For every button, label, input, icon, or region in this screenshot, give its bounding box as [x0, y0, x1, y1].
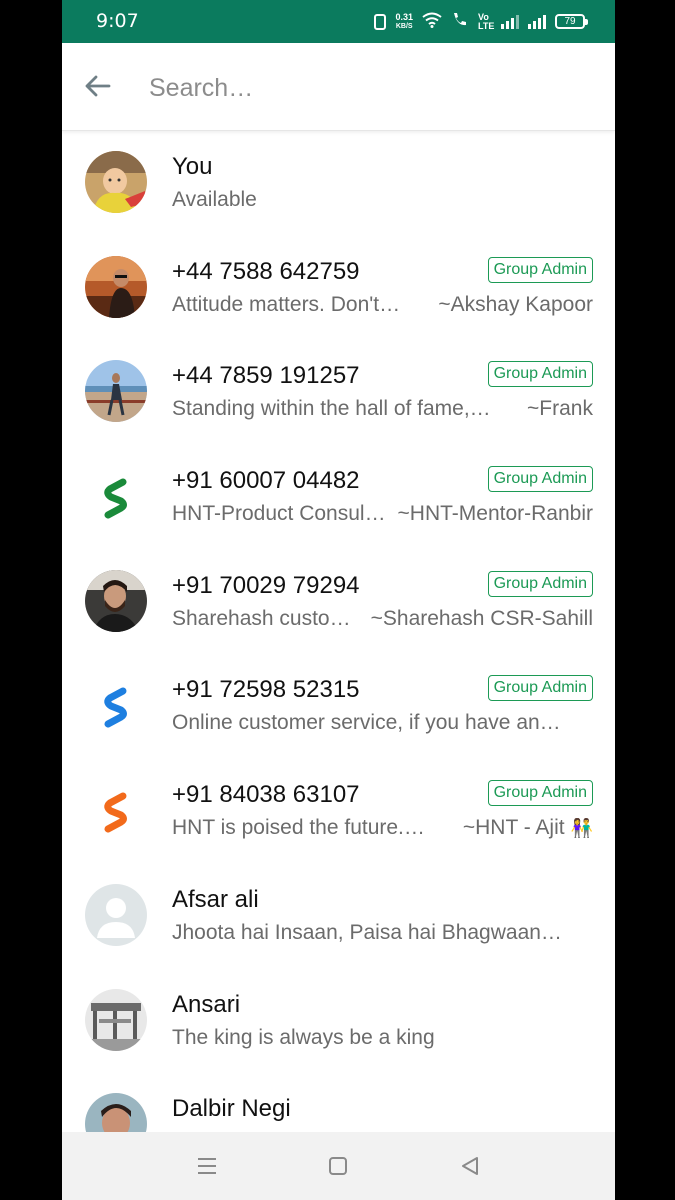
contact-name: +44 7859 191257	[172, 362, 360, 390]
contact-row[interactable]: You Available	[62, 131, 615, 236]
default-avatar-icon	[85, 883, 147, 946]
arrow-left-icon[interactable]	[82, 71, 112, 101]
logo-s-orange-icon	[85, 779, 147, 842]
contact-row[interactable]: +91 72598 52315 Group Admin Online custo…	[62, 654, 615, 759]
wifi-icon	[422, 12, 442, 32]
battery-icon: 79	[555, 14, 588, 29]
contact-row[interactable]: +91 84038 63107 Group Admin HNT is poise…	[62, 759, 615, 864]
avatar	[85, 151, 147, 213]
avatar	[85, 569, 147, 632]
signal-icon-2	[528, 14, 546, 29]
volte-icon: Vo LTE	[478, 11, 495, 31]
group-admin-badge: Group Admin	[487, 780, 593, 807]
group-admin-badge: Group Admin	[487, 256, 593, 283]
home-icon[interactable]	[326, 1154, 350, 1178]
status-time: 9:07	[96, 10, 139, 32]
status-text: Attitude matters. Don't…	[172, 292, 401, 316]
status-bar: 9:07 0.31 KB/S Vo LTE 79	[62, 0, 615, 43]
contact-status: Available	[172, 188, 257, 211]
back-triangle-icon[interactable]	[458, 1154, 482, 1178]
contact-row[interactable]: +44 7588 642759 Group Admin Attitude mat…	[62, 236, 615, 341]
navigation-bar	[62, 1132, 615, 1200]
contact-status: Standing within the hall of fame,… ~Fran…	[172, 397, 593, 421]
vibrate-icon	[374, 13, 387, 30]
logo-s-blue-icon	[85, 674, 147, 737]
contact-name: +44 7588 642759	[172, 257, 360, 285]
contact-status: Sharehash custo… ~Sharehash CSR-Sahill	[172, 607, 593, 631]
push-name: ~HNT - Ajit	[462, 816, 565, 840]
status-text: HNT-Product Consul…	[172, 502, 386, 526]
contact-name: +91 60007 04482	[172, 467, 360, 495]
push-name: ~Sharehash CSR-Sahill	[370, 606, 593, 630]
contact-row[interactable]: +91 60007 04482 Group Admin HNT-Product …	[62, 445, 615, 550]
avatar	[85, 360, 147, 423]
group-admin-badge: Group Admin	[487, 361, 593, 388]
menu-icon[interactable]	[195, 1154, 219, 1178]
contact-name: Afsar ali	[172, 885, 259, 913]
contact-status: Online customer service, if you have an…	[172, 711, 561, 735]
signal-icon-1	[501, 14, 519, 29]
status-text: Standing within the hall of fame,…	[172, 397, 491, 421]
contact-name: +91 70029 79294	[172, 571, 360, 599]
avatar	[85, 255, 147, 318]
contact-row[interactable]: +44 7859 191257 Group Admin Standing wit…	[62, 340, 615, 445]
contact-status: HNT-Product Consul… ~HNT-Mentor-Ranbir	[172, 502, 593, 526]
search-bar	[62, 43, 615, 131]
contact-name: You	[172, 153, 213, 180]
contact-list: You Available +44 7588 642759 Group Admi…	[62, 131, 615, 1178]
status-text: HNT is poised the future.…	[172, 816, 425, 840]
avatar	[85, 988, 147, 1051]
contact-row[interactable]: Afsar ali Jhoota hai Insaan, Paisa hai B…	[62, 864, 615, 969]
status-icons: 0.31 KB/S Vo LTE 79	[374, 11, 588, 32]
phone-screen: 9:07 0.31 KB/S Vo LTE 79 Search… You Ava…	[62, 0, 615, 1200]
contact-row[interactable]: Ansari The king is always be a king	[62, 969, 615, 1074]
contact-name: +91 84038 63107	[172, 781, 360, 809]
contact-name: Dalbir Negi	[172, 1095, 291, 1123]
contact-status: Jhoota hai Insaan, Paisa hai Bhagwaan…	[172, 920, 562, 944]
push-name: ~HNT-Mentor-Ranbir	[397, 502, 593, 526]
group-admin-badge: Group Admin	[487, 466, 593, 493]
contact-status: Attitude matters. Don't… ~Akshay Kapoor	[172, 293, 593, 317]
status-text: Sharehash custo…	[172, 606, 351, 630]
push-name: ~Frank	[527, 397, 593, 421]
call-wifi-icon	[451, 11, 469, 32]
contact-row[interactable]: +91 70029 79294 Group Admin Sharehash cu…	[62, 550, 615, 655]
group-admin-badge: Group Admin	[487, 570, 593, 597]
couple-emoji-icon: 👫	[570, 818, 593, 839]
net-speed: 0.31 KB/S	[395, 11, 413, 30]
contact-name: +91 72598 52315	[172, 676, 360, 704]
group-admin-badge: Group Admin	[487, 675, 593, 702]
logo-s-green-icon	[85, 465, 147, 528]
contact-status: The king is always be a king	[172, 1025, 435, 1049]
search-input[interactable]	[147, 67, 591, 109]
push-name: ~Akshay Kapoor	[438, 292, 593, 316]
contact-status: HNT is poised the future.… ~HNT - Ajit 👫	[172, 816, 593, 840]
contact-name: Ansari	[172, 990, 241, 1018]
